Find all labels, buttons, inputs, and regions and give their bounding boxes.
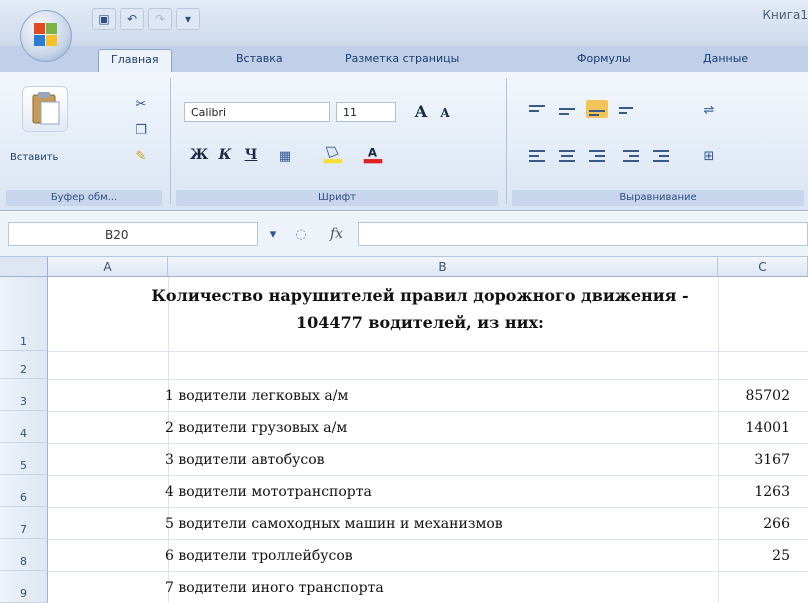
gridline [48,411,808,412]
group-divider [506,78,507,204]
cell-b6[interactable]: 4 водители мототранспорта [165,484,372,500]
formula-bar: B20 ▾ ◌ fx [0,212,808,257]
gridline [48,539,808,540]
gridline [48,379,808,380]
save-icon[interactable]: ▣ [92,8,116,30]
office-button[interactable] [20,10,72,62]
row-header-9[interactable]: 9 [0,571,48,603]
gridline [48,475,808,476]
office-logo-icon [34,23,58,47]
row-header-2[interactable]: 2 [0,351,48,379]
cell-b5[interactable]: 3 водители автобусов [165,452,325,468]
font-color-icon[interactable]: A [362,144,384,164]
tab-insert[interactable]: Вставка [236,52,283,65]
fill-color-icon[interactable] [322,144,344,164]
select-all-corner[interactable] [0,257,48,277]
align-middle-icon[interactable] [556,102,578,120]
window-title: Книга1 [762,8,808,22]
clipboard-group: Вставить ✂ ❐ ✎ Буфер обм... [0,72,168,210]
tab-formulas[interactable]: Формулы [577,52,631,65]
bold-button[interactable]: Ж [188,144,210,166]
column-header-a[interactable]: A [48,257,168,277]
ribbon-tabs: Главная Вставка Разметка страницы Формул… [0,46,808,72]
group-divider [170,78,171,204]
font-group: Calibri 11 A A Ж К Ч ▦ A Шрифт [172,72,502,210]
grow-font-button[interactable]: A [410,100,432,122]
formula-expand-icon[interactable]: ◌ [290,224,312,244]
gridline [48,507,808,508]
quick-access-toolbar: ▣ ↶ ↷ ▾ [92,8,200,30]
column-header-b[interactable]: B [168,257,718,277]
merge-cells-icon[interactable]: ⊞ [698,146,720,166]
customize-icon[interactable]: ▾ [176,8,200,30]
title-cell[interactable]: Количество нарушителей правил дорожного … [60,282,780,336]
align-right-icon[interactable] [586,148,608,166]
row-header-3[interactable]: 3 [0,379,48,411]
cell-c5[interactable]: 3167 [754,452,790,468]
gridline [48,443,808,444]
cell-c6[interactable]: 1263 [754,484,790,500]
shrink-font-button[interactable]: A [434,102,456,124]
tab-page-layout[interactable]: Разметка страницы [345,52,459,65]
column-header-c[interactable]: C [718,257,808,277]
format-painter-icon[interactable]: ✎ [130,146,152,166]
paste-label[interactable]: Вставить [10,152,58,163]
formula-input[interactable] [358,222,808,246]
cell-c4[interactable]: 14001 [745,420,790,436]
insert-function-icon[interactable]: fx [330,226,343,242]
font-name-field[interactable]: Calibri [184,102,330,122]
copy-icon[interactable]: ❐ [130,120,152,140]
align-bottom-icon[interactable] [586,100,608,118]
paste-button[interactable] [22,86,68,132]
align-left-icon[interactable] [526,148,548,166]
row-header-1[interactable]: 1 [0,277,48,351]
row-header-8[interactable]: 8 [0,539,48,571]
cell-c8[interactable]: 25 [772,548,790,564]
increase-indent-icon[interactable] [650,148,672,166]
cut-icon[interactable]: ✂ [130,94,152,114]
wrap-text-icon[interactable]: ⇌ [698,100,720,120]
tab-data[interactable]: Данные [703,52,748,65]
title-line-1: Количество нарушителей правил дорожного … [151,286,689,305]
row-header-5[interactable]: 5 [0,443,48,475]
cell-b3[interactable]: 1 водители легковых а/м [165,388,348,404]
font-size-field[interactable]: 11 [336,102,396,122]
alignment-group-label: Выравнивание [512,190,804,206]
align-top-icon[interactable] [526,102,548,120]
cell-b4[interactable]: 2 водители грузовых а/м [165,420,347,436]
gridline [48,571,808,572]
row-header-4[interactable]: 4 [0,411,48,443]
decrease-indent-icon[interactable] [620,148,642,166]
cell-c3[interactable]: 85702 [745,388,790,404]
title-line-2: 104477 водителей, из них: [296,313,544,332]
underline-button[interactable]: Ч [240,144,262,166]
align-center-icon[interactable] [556,148,578,166]
paste-icon [32,92,60,125]
cell-c7[interactable]: 266 [763,516,790,532]
gridline [48,351,808,352]
alignment-group: ⇌ ⊞ Выравнивание [508,72,808,210]
clipboard-group-label: Буфер обм... [6,190,162,206]
svg-text:A: A [368,146,378,160]
font-group-label: Шрифт [176,190,498,206]
name-box-dropdown-icon[interactable]: ▾ [262,224,284,244]
redo-icon[interactable]: ↷ [148,8,172,30]
cell-b9[interactable]: 7 водители иного транспорта [165,580,384,596]
undo-icon[interactable]: ↶ [120,8,144,30]
italic-button[interactable]: К [214,144,236,166]
cell-b8[interactable]: 6 водители троллейбусов [165,548,353,564]
name-box[interactable]: B20 [8,222,258,246]
title-bar: ▣ ↶ ↷ ▾ Книга1 [0,0,808,46]
ribbon: Вставить ✂ ❐ ✎ Буфер обм... Calibri 11 A… [0,72,808,211]
borders-icon[interactable]: ▦ [274,146,296,166]
cell-b7[interactable]: 5 водители самоходных машин и механизмов [165,516,503,532]
orientation-icon[interactable] [616,102,638,120]
tab-home[interactable]: Главная [98,49,172,72]
row-header-6[interactable]: 6 [0,475,48,507]
row-header-7[interactable]: 7 [0,507,48,539]
